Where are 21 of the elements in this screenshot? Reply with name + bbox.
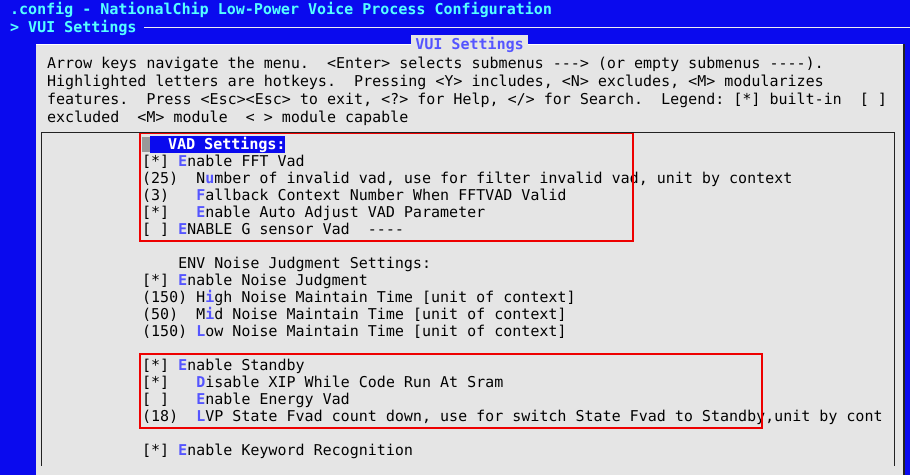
window-title: .config - NationalChip Low-Power Voice Process Configuration (9, 0, 553, 18)
menu-item[interactable]: VAD Settings: (150, 136, 286, 153)
help-text: Arrow keys navigate the menu. <Enter> selects submenus ---> (or empty submenus ----). (47, 54, 825, 72)
menu-item[interactable]: [*] Enable FFT Vad (142, 153, 305, 170)
menu-item[interactable]: [ ] ENABLE G sensor Vad ---- (142, 221, 404, 238)
help-text: excluded <M> module < > module capable (47, 108, 410, 126)
help-text: features. Press <Esc><Esc> to exit, <?> for Help, </> for Search. Legend: [*] built-in [ ] (47, 90, 888, 108)
menu-item[interactable]: [ ] Enable Energy Vad (142, 391, 350, 408)
menu-item[interactable]: (3) Fallback Context Number When FFTVAD Valid (142, 187, 566, 204)
help-text: Highlighted letters are hotkeys. Pressing <Y> includes, <N> excludes, <M> modularizes (47, 72, 825, 90)
menu-item[interactable]: [*] Enable Auto Adjust VAD Parameter (142, 204, 486, 221)
menu-item[interactable]: [*] Enable Noise Judgment (142, 272, 368, 289)
menu-item[interactable]: (150) High Noise Maintain Time [unit of context] (142, 289, 576, 306)
menu-item[interactable]: (50) Mid Noise Maintain Time [unit of context] (142, 306, 566, 323)
menu-item[interactable]: (150) Low Noise Maintain Time [unit of context] (142, 323, 566, 340)
dialog-title: VUI Settings (411, 35, 528, 53)
menu-item[interactable]: ENV Noise Judgment Settings: (142, 255, 431, 272)
menu-item[interactable]: [*] Enable Standby (142, 357, 305, 374)
breadcrumb: > VUI Settings (10, 18, 136, 36)
menu-item[interactable]: [*] Enable Keyword Recognition (142, 442, 413, 459)
menu-item[interactable]: [*] Disable XIP While Code Run At Sram (142, 374, 504, 391)
